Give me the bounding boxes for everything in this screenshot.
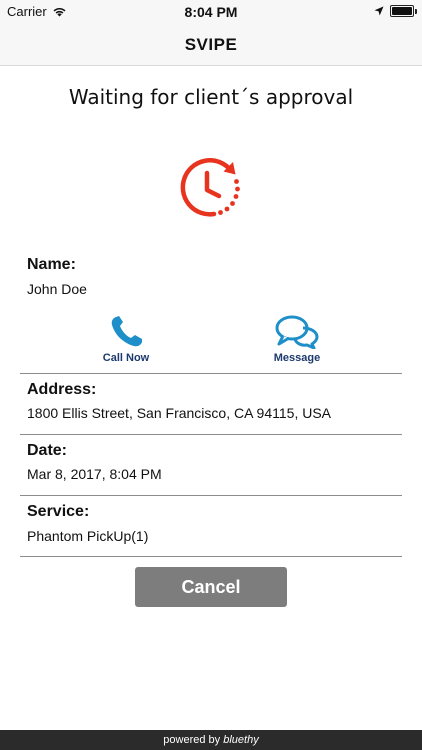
status-time: 8:04 PM (184, 4, 238, 20)
date-label: Date: (27, 442, 68, 459)
nav-title: SVIPE (184, 35, 238, 54)
divider (20, 434, 402, 435)
date-value: Mar 8, 2017, 8:04 PM (27, 466, 162, 482)
message-bubbles-icon (275, 315, 319, 349)
phone-icon (111, 316, 142, 347)
address-label: Address: (27, 381, 97, 398)
divider (20, 556, 402, 557)
nav-bar: SVIPE (0, 24, 422, 66)
call-now-button[interactable]: Call Now (81, 315, 171, 364)
message-button[interactable]: Message (252, 315, 342, 364)
divider (20, 373, 402, 374)
location-arrow-icon (374, 6, 384, 16)
footer-powered-by: powered by bluethy (0, 730, 422, 750)
name-label: Name: (27, 256, 76, 273)
cancel-button[interactable]: Cancel (135, 567, 287, 607)
client-name: John Doe (27, 281, 87, 297)
service-label: Service: (27, 503, 90, 520)
status-indicators (374, 5, 417, 17)
status-heading: Waiting for client´s approval (68, 85, 354, 109)
waiting-clock-icon (178, 156, 244, 218)
service-value: Phantom PickUp(1) (27, 528, 149, 544)
divider (20, 495, 402, 496)
footer-brand: bluethy (223, 734, 259, 746)
battery-icon (390, 5, 417, 17)
address-value: 1800 Ellis Street, San Francisco, CA 941… (27, 405, 332, 421)
message-label: Message (273, 352, 321, 364)
battery-level (392, 7, 412, 15)
status-bar: Carrier 8:04 PM (0, 0, 422, 24)
footer-prefix: powered by (163, 734, 221, 746)
call-now-label: Call Now (102, 352, 150, 364)
